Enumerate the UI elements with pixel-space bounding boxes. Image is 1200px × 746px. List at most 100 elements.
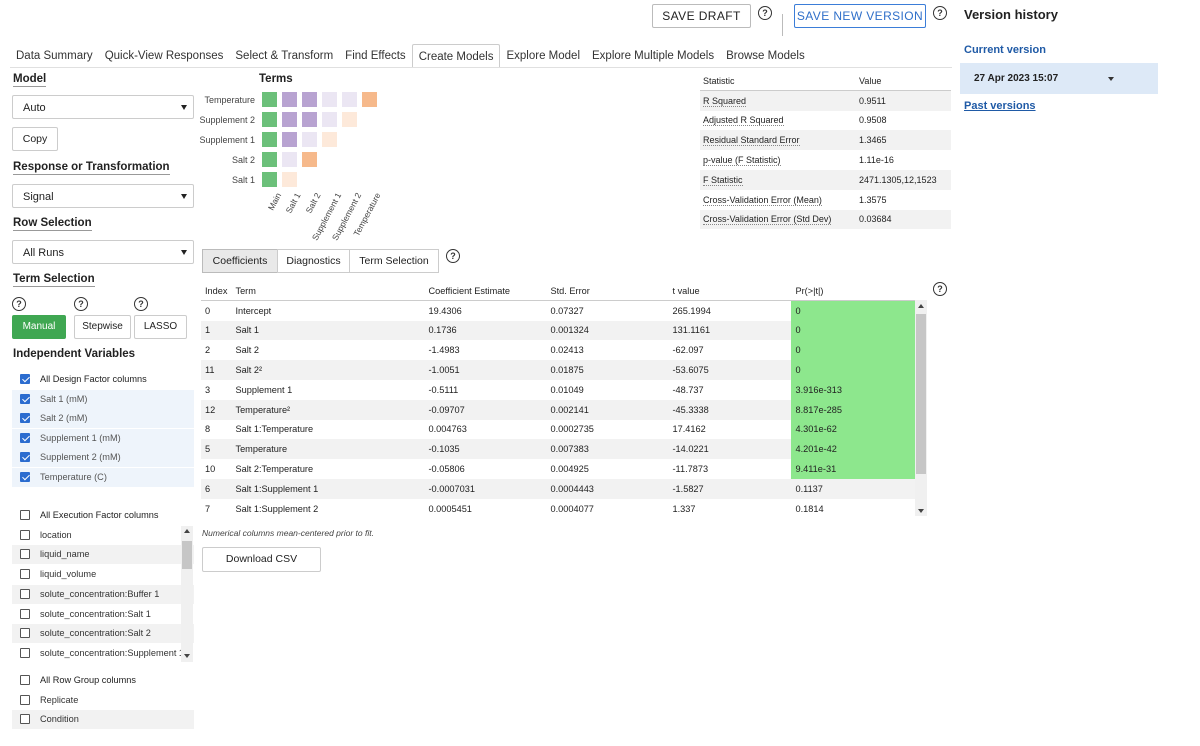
tab-explore-multiple-models[interactable]: Explore Multiple Models: [586, 44, 720, 68]
checkbox-row[interactable]: solute_concentration:Buffer 1: [12, 585, 194, 604]
model-select[interactable]: Auto: [12, 95, 194, 119]
term-cell[interactable]: [302, 112, 317, 127]
tab-explore-model[interactable]: Explore Model: [500, 44, 586, 68]
checkbox-row[interactable]: Replicate: [12, 691, 194, 710]
help-icon[interactable]: ?: [134, 297, 148, 311]
term-cell[interactable]: [282, 172, 297, 187]
help-icon[interactable]: ?: [758, 6, 772, 20]
term-cell[interactable]: [262, 152, 277, 167]
term-cell[interactable]: [322, 132, 337, 147]
table-row[interactable]: 3Supplement 1-0.51110.01049-48.7373.916e…: [201, 380, 915, 400]
checkbox[interactable]: [20, 549, 30, 559]
checkbox-row[interactable]: All Row Group columns: [12, 671, 194, 690]
copy-button[interactable]: Copy: [12, 127, 58, 151]
term-cell[interactable]: [262, 92, 277, 107]
term-cell[interactable]: [282, 92, 297, 107]
save-new-version-button[interactable]: SAVE NEW VERSION: [794, 4, 926, 28]
scroll-up-icon[interactable]: [918, 304, 924, 308]
checkbox[interactable]: [20, 452, 30, 462]
term-cell[interactable]: [362, 92, 377, 107]
help-icon[interactable]: ?: [12, 297, 26, 311]
column-header[interactable]: Pr(>|t|): [791, 281, 915, 301]
checkbox-row[interactable]: Salt 2 (mM): [12, 409, 194, 428]
checkbox[interactable]: [20, 510, 30, 520]
save-draft-button[interactable]: SAVE DRAFT: [652, 4, 751, 28]
term-cell[interactable]: [342, 92, 357, 107]
checkbox[interactable]: [20, 530, 30, 540]
lasso-button[interactable]: LASSO: [134, 315, 187, 339]
table-row[interactable]: 7Salt 1:Supplement 20.00054510.00040771.…: [201, 499, 915, 519]
checkbox[interactable]: [20, 472, 30, 482]
manual-button[interactable]: Manual: [12, 315, 66, 339]
term-cell[interactable]: [282, 112, 297, 127]
table-row[interactable]: 1Salt 10.17360.001324131.11610: [201, 321, 915, 341]
term-cell[interactable]: [302, 152, 317, 167]
table-row[interactable]: 2Salt 2-1.49830.02413-62.0970: [201, 340, 915, 360]
help-icon[interactable]: ?: [933, 6, 947, 20]
term-cell[interactable]: [302, 132, 317, 147]
checkbox-row[interactable]: Salt 1 (mM): [12, 390, 194, 409]
tab-quick-view-responses[interactable]: Quick-View Responses: [99, 44, 230, 68]
row-selection-select[interactable]: All Runs: [12, 240, 194, 264]
checkbox[interactable]: [20, 628, 30, 638]
checkbox[interactable]: [20, 695, 30, 705]
term-cell[interactable]: [342, 112, 357, 127]
checkbox[interactable]: [20, 589, 30, 599]
help-icon[interactable]: ?: [446, 249, 460, 263]
checkbox-row[interactable]: solute_concentration:Salt 1: [12, 605, 194, 624]
checkbox-row[interactable]: Temperature (C): [12, 468, 194, 487]
table-row[interactable]: 8Salt 1:Temperature0.0047630.000273517.4…: [201, 420, 915, 440]
column-header[interactable]: Index: [201, 281, 231, 301]
checkbox[interactable]: [20, 374, 30, 384]
tab-data-summary[interactable]: Data Summary: [10, 44, 99, 68]
tab-coefficients[interactable]: Coefficients: [202, 249, 278, 273]
checkbox-row[interactable]: Supplement 2 (mM): [12, 448, 194, 467]
current-version-select[interactable]: 27 Apr 2023 15:07: [960, 63, 1158, 94]
coefficients-scrollbar-thumb[interactable]: [916, 314, 926, 474]
checkbox[interactable]: [20, 675, 30, 685]
checkbox[interactable]: [20, 714, 30, 724]
scroll-down-icon[interactable]: [184, 654, 190, 658]
table-row[interactable]: 10Salt 2:Temperature-0.058060.004925-11.…: [201, 459, 915, 479]
table-row[interactable]: 12Temperature²-0.097070.002141-45.33388.…: [201, 400, 915, 420]
download-csv-button[interactable]: Download CSV: [202, 547, 321, 572]
checkbox-row[interactable]: Condition: [12, 710, 194, 729]
table-row[interactable]: 11Salt 2²-1.00510.01875-53.60750: [201, 360, 915, 380]
scroll-down-icon[interactable]: [918, 509, 924, 513]
table-row[interactable]: 5Temperature-0.10350.007383-14.02214.201…: [201, 439, 915, 459]
help-icon[interactable]: ?: [933, 282, 947, 296]
term-cell[interactable]: [282, 152, 297, 167]
checkbox[interactable]: [20, 609, 30, 619]
term-cell[interactable]: [262, 132, 277, 147]
response-select[interactable]: Signal: [12, 184, 194, 208]
help-icon[interactable]: ?: [74, 297, 88, 311]
checkbox-row[interactable]: solute_concentration:Supplement 1: [12, 644, 194, 663]
tab-term-selection[interactable]: Term Selection: [349, 249, 439, 273]
term-cell[interactable]: [282, 132, 297, 147]
checkbox-row[interactable]: location: [12, 526, 194, 545]
checkbox[interactable]: [20, 569, 30, 579]
tab-select-transform[interactable]: Select & Transform: [229, 44, 339, 68]
checkbox[interactable]: [20, 648, 30, 658]
tab-create-models[interactable]: Create Models: [412, 44, 501, 68]
checkbox-row[interactable]: Supplement 1 (mM): [12, 429, 194, 448]
term-cell[interactable]: [322, 112, 337, 127]
checkbox-row[interactable]: liquid_name: [12, 545, 194, 564]
tab-browse-models[interactable]: Browse Models: [720, 44, 811, 68]
scroll-up-icon[interactable]: [184, 529, 190, 533]
column-header[interactable]: Term: [231, 281, 424, 301]
term-cell[interactable]: [262, 172, 277, 187]
coefficients-scrollbar[interactable]: [915, 300, 927, 516]
checkbox-row[interactable]: liquid_volume: [12, 565, 194, 584]
term-cell[interactable]: [262, 112, 277, 127]
column-header[interactable]: t value: [668, 281, 791, 301]
execution-scrollbar-thumb[interactable]: [182, 541, 192, 569]
checkbox-row[interactable]: All Design Factor columns: [12, 370, 194, 389]
term-cell[interactable]: [302, 92, 317, 107]
tab-find-effects[interactable]: Find Effects: [339, 44, 412, 68]
checkbox[interactable]: [20, 394, 30, 404]
checkbox[interactable]: [20, 413, 30, 423]
checkbox[interactable]: [20, 433, 30, 443]
checkbox-row[interactable]: solute_concentration:Salt 2: [12, 624, 194, 643]
table-row[interactable]: 6Salt 1:Supplement 1-0.00070310.0004443-…: [201, 479, 915, 499]
